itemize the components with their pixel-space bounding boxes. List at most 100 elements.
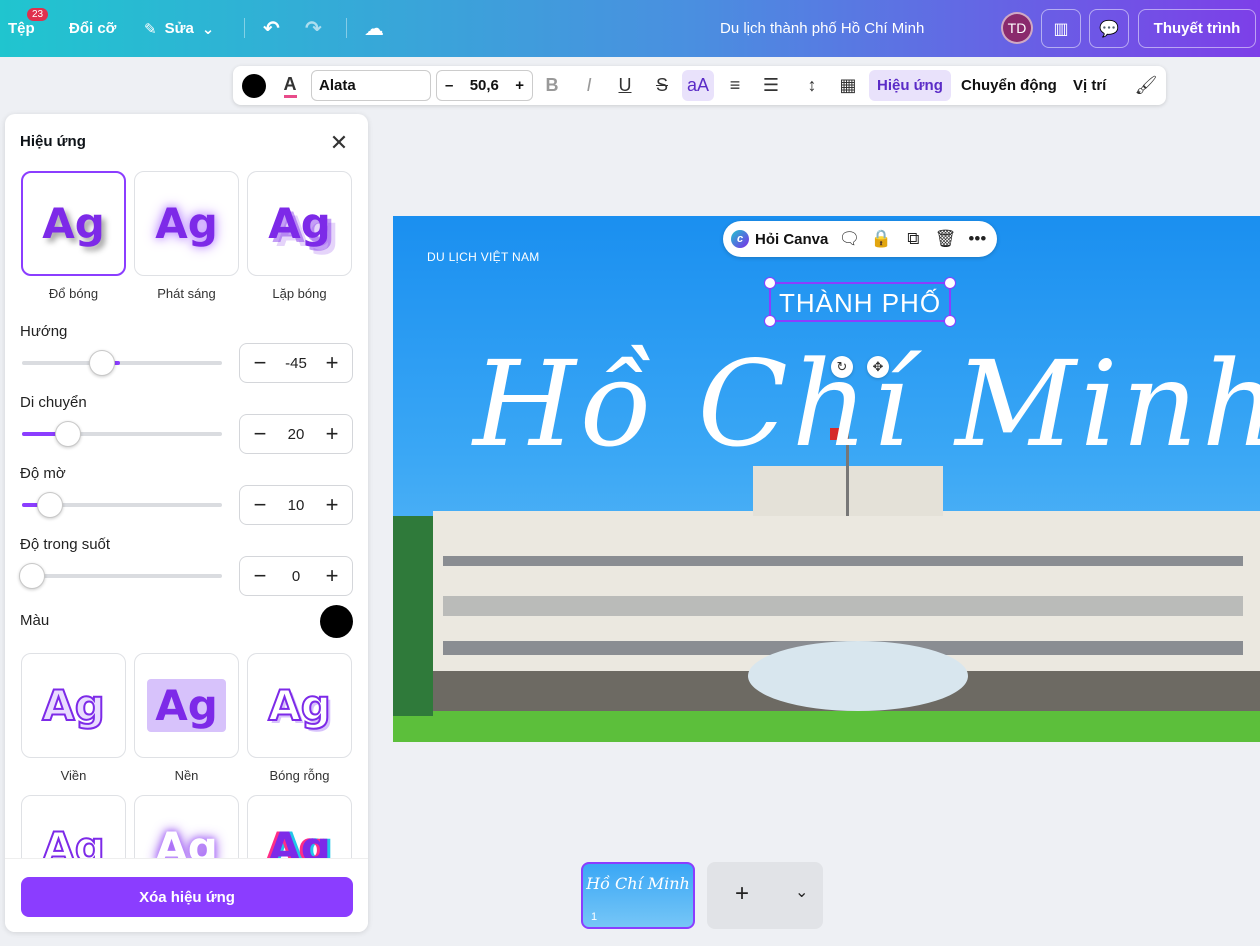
- style-label: Đổ bóng: [48, 286, 99, 301]
- move-handle[interactable]: ✥: [867, 356, 889, 378]
- spacing-icon: ↕: [807, 75, 817, 95]
- spacing-button[interactable]: ↕: [796, 70, 828, 101]
- italic-button[interactable]: I: [573, 70, 605, 101]
- move-icon: ✥: [872, 359, 884, 374]
- resize-handle[interactable]: [764, 277, 776, 289]
- insights-button[interactable]: ▥: [1041, 9, 1081, 48]
- more-icon[interactable]: •••: [966, 229, 988, 249]
- font-size-stepper[interactable]: – 50,6 +: [436, 70, 533, 101]
- comments-button[interactable]: 💬: [1089, 9, 1129, 48]
- avatar-initials: TD: [1007, 20, 1027, 36]
- decrease-button[interactable]: −: [249, 421, 271, 447]
- canvas-kicker-text[interactable]: DU LỊCH VIỆT NAM: [427, 250, 540, 264]
- duplicate-icon[interactable]: ⧉: [902, 229, 924, 249]
- style-background[interactable]: Ag: [134, 653, 239, 758]
- trash-icon[interactable]: 🗑: [934, 229, 957, 249]
- ask-canva-button[interactable]: c Hỏi Canva: [731, 230, 828, 248]
- position-button[interactable]: Vị trí: [1065, 70, 1114, 101]
- blur-slider[interactable]: [22, 492, 222, 518]
- shadow-color-swatch[interactable]: [320, 605, 353, 638]
- offset-slider[interactable]: [22, 421, 222, 447]
- font-selector[interactable]: Alata: [311, 70, 431, 101]
- selection-toolbar: c Hỏi Canva 🗨 🔒 ⧉ 🗑 •••: [723, 221, 997, 257]
- direction-value[interactable]: -45: [285, 355, 307, 372]
- slider-knob[interactable]: [89, 350, 115, 376]
- blur-value[interactable]: 10: [288, 497, 305, 514]
- canvas-title[interactable]: Hồ Chí Minh: [473, 324, 1260, 484]
- comment-add-icon[interactable]: 🗨: [838, 229, 861, 249]
- decrease-button[interactable]: −: [249, 563, 271, 589]
- close-panel-button[interactable]: ✕: [327, 131, 351, 155]
- style-preview: Ag: [42, 199, 105, 248]
- present-button[interactable]: Thuyết trình: [1138, 9, 1256, 48]
- avatar[interactable]: TD: [1001, 12, 1033, 44]
- decrease-button[interactable]: −: [249, 492, 271, 518]
- chevron-down-icon[interactable]: ⌄: [795, 882, 808, 902]
- style-echo[interactable]: Ag: [247, 171, 352, 276]
- rotate-handle[interactable]: ↻: [831, 356, 853, 378]
- transparency-button[interactable]: ▦: [832, 70, 864, 101]
- animate-label: Chuyển động: [961, 77, 1057, 94]
- clear-effects-label: Xóa hiệu ứng: [139, 888, 235, 906]
- direction-slider[interactable]: [22, 350, 222, 376]
- resize-handle[interactable]: [944, 277, 956, 289]
- clear-effects-button[interactable]: Xóa hiệu ứng: [21, 877, 353, 917]
- fountain: [748, 641, 968, 711]
- page-thumbnail[interactable]: Hồ Chí Minh 1: [581, 862, 695, 929]
- offset-value[interactable]: 20: [288, 426, 305, 443]
- add-page-area: + ⌄: [707, 862, 823, 929]
- strikethrough-button[interactable]: S: [646, 70, 678, 101]
- style-preview: Ag: [147, 679, 226, 732]
- redo-button[interactable]: ↷: [305, 0, 322, 57]
- rotate-icon: ↻: [836, 359, 848, 374]
- add-page-button[interactable]: +: [735, 880, 749, 908]
- letter-case-button[interactable]: aA: [682, 70, 714, 101]
- format-painter-button[interactable]: 🖌: [1130, 70, 1162, 101]
- increase-size-icon[interactable]: +: [515, 77, 524, 94]
- resize-button[interactable]: Đổi cỡ: [69, 0, 116, 57]
- style-preview: Ag: [268, 199, 331, 248]
- increase-button[interactable]: +: [321, 563, 343, 589]
- checker-icon: ▦: [839, 75, 857, 95]
- slider-knob[interactable]: [55, 421, 81, 447]
- bar-chart-icon: ▥: [1053, 20, 1069, 38]
- text-color-button[interactable]: [241, 70, 267, 101]
- letter-case-icon: aA: [686, 75, 710, 95]
- align-button[interactable]: ≡: [719, 70, 751, 101]
- increase-button[interactable]: +: [321, 421, 343, 447]
- underline-button[interactable]: U: [609, 70, 641, 101]
- text-color-a-button[interactable]: A: [274, 70, 306, 101]
- decrease-button[interactable]: −: [249, 350, 271, 376]
- panel-footer: Xóa hiệu ứng: [5, 858, 368, 932]
- document-title[interactable]: Du lịch thành phố Hồ Chí Minh: [720, 0, 1010, 57]
- style-hollow[interactable]: Ag: [247, 653, 352, 758]
- ask-canva-label: Hỏi Canva: [755, 230, 829, 248]
- font-size-value[interactable]: 50,6: [470, 77, 499, 94]
- design-canvas[interactable]: DU LỊCH VIỆT NAM THÀNH PHỐ Hồ Chí Minh ↻…: [393, 216, 1260, 742]
- edit-menu[interactable]: ✎ Sửa ⌄: [144, 0, 214, 57]
- slider-knob[interactable]: [37, 492, 63, 518]
- decrease-size-icon[interactable]: –: [445, 77, 453, 94]
- transparency-label: Độ trong suốt: [20, 536, 111, 553]
- style-glow[interactable]: Ag: [134, 171, 239, 276]
- increase-button[interactable]: +: [321, 492, 343, 518]
- style-shadow[interactable]: Ag: [21, 171, 126, 276]
- cloud-save-button[interactable]: ☁: [364, 0, 384, 57]
- transparency-slider[interactable]: [19, 563, 222, 589]
- bold-button[interactable]: B: [536, 70, 568, 101]
- effects-button[interactable]: Hiệu ứng: [869, 70, 951, 101]
- list-button[interactable]: ☰: [755, 70, 787, 101]
- undo-button[interactable]: ↶: [263, 0, 280, 57]
- present-label: Thuyết trình: [1153, 20, 1241, 37]
- offset-stepper: − 20 +: [239, 414, 353, 454]
- style-label: Bóng rỗng: [269, 768, 330, 783]
- slider-knob[interactable]: [19, 563, 45, 589]
- style-label: Lặp bóng: [272, 286, 327, 301]
- transparency-value[interactable]: 0: [292, 568, 300, 585]
- align-center-icon: ≡: [729, 75, 741, 95]
- lock-icon[interactable]: 🔒: [870, 229, 892, 249]
- increase-button[interactable]: +: [321, 350, 343, 376]
- font-color-icon: A: [283, 74, 297, 98]
- style-outline[interactable]: Ag: [21, 653, 126, 758]
- animate-button[interactable]: Chuyển động: [953, 70, 1065, 101]
